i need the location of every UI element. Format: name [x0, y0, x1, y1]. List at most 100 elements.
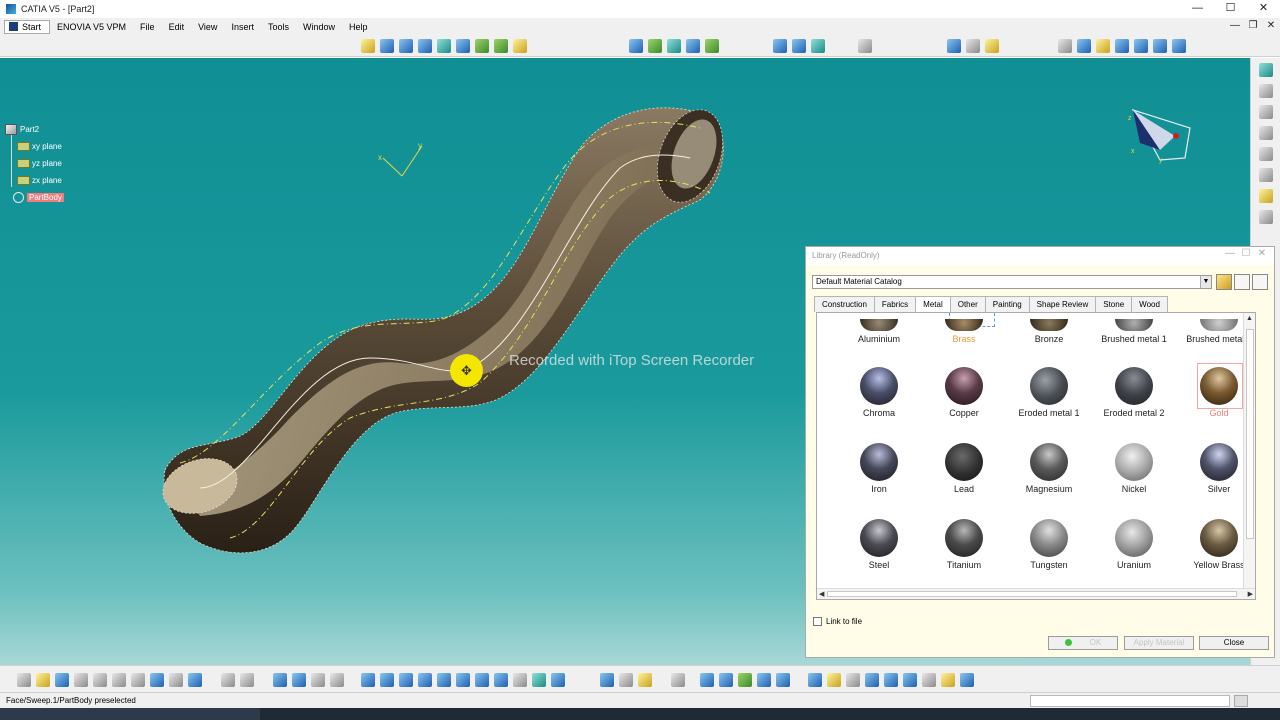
duplicate-icon[interactable] [791, 39, 806, 53]
icon-view-icon[interactable] [1234, 274, 1250, 290]
chevron-down-icon[interactable]: ▼ [1200, 276, 1211, 288]
measure-icon[interactable] [1258, 84, 1273, 98]
close-button[interactable]: ✕ [1247, 0, 1280, 18]
scroll-right-icon[interactable]: ▶ [1248, 590, 1253, 598]
paste-icon[interactable] [130, 673, 145, 687]
menu-view[interactable]: View [191, 22, 224, 32]
menu-enovia[interactable]: ENOVIA V5 VPM [50, 22, 133, 32]
projection-icon[interactable] [1114, 39, 1129, 53]
animate-constraint-icon[interactable] [921, 673, 936, 687]
snap-to-point-icon[interactable] [826, 673, 841, 687]
cut-icon[interactable] [92, 673, 107, 687]
fillet-icon[interactable] [685, 39, 700, 53]
material-iron[interactable]: Iron [837, 443, 921, 494]
doc-restore-button[interactable]: ❐ [1244, 18, 1262, 36]
tree-item-partbody[interactable]: PartBody [5, 189, 64, 206]
work-on-support-icon[interactable] [965, 39, 980, 53]
swap-icon[interactable] [329, 673, 344, 687]
spline-icon[interactable] [1171, 39, 1186, 53]
construction-element-icon[interactable] [845, 673, 860, 687]
loft-surface-icon[interactable] [493, 39, 508, 53]
tab-stone[interactable]: Stone [1095, 296, 1133, 312]
material-lead[interactable]: Lead [922, 443, 1006, 494]
menu-insert[interactable]: Insert [224, 22, 261, 32]
fill-surface-icon[interactable] [474, 39, 489, 53]
intersection-icon[interactable] [1133, 39, 1148, 53]
ok-button[interactable]: OK [1048, 636, 1118, 650]
split-icon[interactable] [647, 39, 662, 53]
measure-item-icon[interactable] [618, 673, 633, 687]
material-chroma[interactable]: Chroma [837, 367, 921, 418]
zoom-in-icon[interactable] [436, 673, 451, 687]
new-file-icon[interactable] [16, 673, 31, 687]
surface-curvature-icon[interactable] [756, 673, 771, 687]
rotate-icon[interactable] [417, 673, 432, 687]
tab-fabrics[interactable]: Fabrics [873, 296, 917, 312]
link-to-file-row[interactable]: Link to file [813, 617, 862, 626]
material-aluminium[interactable]: Aluminium [837, 319, 921, 344]
scroll-left-icon[interactable]: ◀ [819, 590, 824, 598]
analysis-icon[interactable] [1258, 168, 1273, 182]
menu-start[interactable]: Start [4, 19, 51, 34]
apply-material-button[interactable]: Apply Material [1124, 636, 1194, 650]
blend-surface-icon[interactable] [512, 39, 527, 53]
sketch-icon[interactable] [1258, 126, 1273, 140]
material-eroded-metal-2[interactable]: Eroded metal 2 [1092, 367, 1176, 418]
axis-system-icon[interactable] [946, 39, 961, 53]
dimensional-constraint-icon[interactable] [883, 673, 898, 687]
material-brass[interactable]: Brass [922, 319, 1006, 344]
compass[interactable]: x y z [1128, 108, 1191, 164]
print-icon[interactable] [73, 673, 88, 687]
repeat-icon[interactable] [810, 39, 825, 53]
menu-tools[interactable]: Tools [261, 22, 296, 32]
comment-icon[interactable] [239, 673, 254, 687]
join-icon[interactable] [628, 39, 643, 53]
zoom-out-icon[interactable] [455, 673, 470, 687]
fit-all-icon[interactable] [379, 673, 394, 687]
revolve-surface-icon[interactable] [379, 39, 394, 53]
swap-visible-icon[interactable] [550, 673, 565, 687]
close-dialog-button[interactable]: Close [1199, 636, 1269, 650]
list-view-icon[interactable] [1252, 274, 1268, 290]
curvature-analysis-icon[interactable] [737, 673, 752, 687]
material-titanium[interactable]: Titanium [922, 519, 1006, 570]
material-tungsten[interactable]: Tungsten [1007, 519, 1091, 570]
material-uranium[interactable]: Uranium [1092, 519, 1176, 570]
measure-between-icon[interactable] [599, 673, 614, 687]
normal-view-icon[interactable] [474, 673, 489, 687]
offset-surface-icon[interactable] [436, 39, 451, 53]
porcupine-icon[interactable] [775, 673, 790, 687]
shading-icon[interactable] [512, 673, 527, 687]
tree-root[interactable]: Part2 [5, 121, 64, 138]
copy-icon[interactable] [111, 673, 126, 687]
snap-icon[interactable] [984, 39, 999, 53]
apply-material-bottom-icon[interactable] [670, 673, 685, 687]
extrude-surface-icon[interactable] [360, 39, 375, 53]
doc-close-button[interactable]: ✕ [1262, 18, 1280, 36]
tab-shape-review[interactable]: Shape Review [1028, 296, 1097, 312]
material-magnesium[interactable]: Magnesium [1007, 443, 1091, 494]
menu-help[interactable]: Help [342, 22, 375, 32]
tab-wood[interactable]: Wood [1131, 296, 1168, 312]
catalog-select[interactable]: Default Material Catalog ▼ [812, 275, 1212, 289]
vertical-scroll-thumb[interactable] [1246, 329, 1254, 539]
material-steel[interactable]: Steel [837, 519, 921, 570]
cylinder-surface-icon[interactable] [417, 39, 432, 53]
apply-material-icon[interactable] [1258, 105, 1273, 119]
pattern-icon[interactable] [772, 39, 787, 53]
material-brushed-metal-1[interactable]: Brushed metal 1 [1092, 319, 1176, 344]
open-folder-icon[interactable] [1216, 274, 1232, 290]
dialog-close-button[interactable]: ✕ [1254, 248, 1270, 259]
formula-icon[interactable] [220, 673, 235, 687]
open-file-icon[interactable] [35, 673, 50, 687]
minimize-button[interactable]: — [1181, 0, 1214, 18]
menu-file[interactable]: File [133, 22, 162, 32]
doc-minimize-button[interactable]: — [1226, 18, 1244, 36]
material-copper[interactable]: Copper [922, 367, 1006, 418]
sweep-surface-icon[interactable] [455, 39, 470, 53]
point-icon[interactable] [1057, 39, 1072, 53]
constraint-icon[interactable] [1258, 147, 1273, 161]
pointer-icon[interactable] [1258, 189, 1273, 203]
material-nickel[interactable]: Nickel [1092, 443, 1176, 494]
redo-icon[interactable] [168, 673, 183, 687]
